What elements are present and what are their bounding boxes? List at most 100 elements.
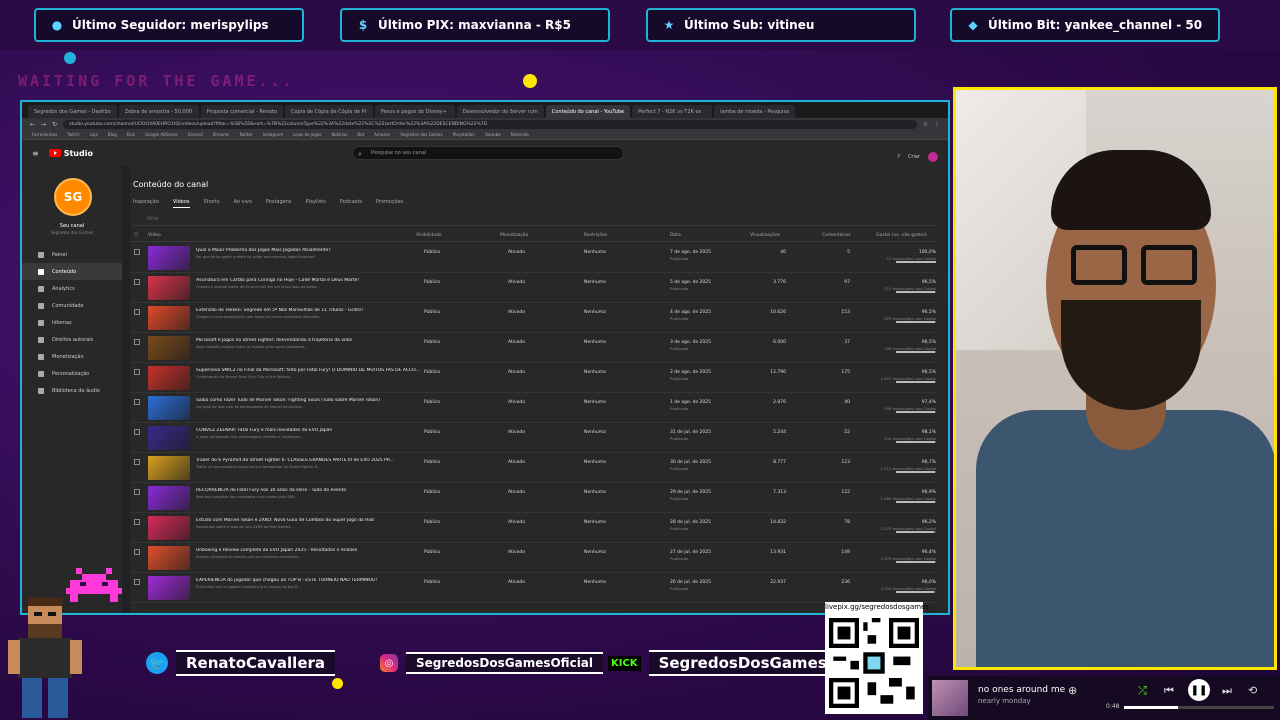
add-icon[interactable]: ⊕ [1068, 684, 1077, 697]
bookmark-item[interactable]: Playstation [453, 132, 475, 137]
table-row[interactable]: Estudo com Marvel Tokon e 2XKO: Novo Gui… [130, 513, 938, 543]
sidebar-item-6[interactable]: Monetização [22, 348, 122, 365]
content-tab-0[interactable]: Inspiração [133, 199, 159, 208]
video-title[interactable]: Qual o Maior Problema dos Jogos Mais Jog… [196, 248, 426, 253]
visibility-value[interactable]: Público [424, 580, 440, 585]
monetization-value[interactable]: Ativado [508, 310, 525, 315]
video-thumbnail[interactable] [148, 546, 190, 570]
bookmark-star-icon[interactable]: ☆ [923, 121, 928, 128]
row-checkbox[interactable] [134, 399, 140, 405]
bookmark-item[interactable]: Twitter [239, 132, 252, 137]
video-title[interactable]: Assinatura em Cartão para Coringa no Hoj… [196, 278, 426, 283]
video-thumbnail[interactable] [148, 516, 190, 540]
bookmark-item[interactable]: Nintendo [511, 132, 529, 137]
bookmark-item[interactable]: Twitch [67, 132, 79, 137]
previous-icon[interactable]: ⏮ [1164, 684, 1174, 698]
col-monetization[interactable]: Monetização [500, 233, 528, 238]
browser-tab[interactable]: Cópia de Cópia de Cópia de Pr [284, 105, 373, 118]
studio-search-input[interactable]: ⌕ Pesquise no seu canal [352, 146, 624, 160]
visibility-value[interactable]: Público [424, 340, 440, 345]
visibility-value[interactable]: Público [424, 490, 440, 495]
playback-progress[interactable] [1124, 706, 1274, 709]
monetization-value[interactable]: Ativado [508, 340, 525, 345]
visibility-value[interactable]: Público [424, 550, 440, 555]
filter-bar[interactable]: Filtrar [133, 216, 938, 226]
bookmark-item[interactable]: Amazon [374, 132, 390, 137]
bookmark-item[interactable]: Google AdSense [145, 132, 178, 137]
bookmark-item[interactable]: Notícias [331, 132, 347, 137]
forward-icon[interactable]: → [41, 121, 46, 128]
row-checkbox[interactable] [134, 339, 140, 345]
bookmark-item[interactable]: Instagram [263, 132, 283, 137]
sidebar-item-0[interactable]: Painel [22, 246, 122, 263]
monetization-value[interactable]: Ativado [508, 550, 525, 555]
browser-tab[interactable]: Desenvolvedor do Server rum [456, 105, 544, 118]
sidebar-item-2[interactable]: Analytics [22, 280, 122, 297]
content-tab-4[interactable]: Postagens [266, 199, 292, 208]
row-checkbox[interactable] [134, 519, 140, 525]
visibility-value[interactable]: Público [424, 370, 440, 375]
video-title[interactable]: CONVEZ ZEENAR: Fatal Fury e mais novidad… [196, 428, 426, 433]
monetization-value[interactable]: Ativado [508, 280, 525, 285]
monetization-value[interactable]: Ativado [508, 370, 525, 375]
table-row[interactable]: EXPERIÊNCIA do jogador que chegou ao TOP… [130, 573, 938, 603]
table-row[interactable]: Saiba como Fazer Tudo de Marvel Tokon: F… [130, 393, 938, 423]
col-views[interactable]: Visualizações [750, 233, 780, 238]
bookmark-item[interactable]: Ferramentas [32, 132, 57, 137]
row-checkbox[interactable] [134, 549, 140, 555]
row-checkbox[interactable] [134, 429, 140, 435]
video-thumbnail[interactable] [148, 276, 190, 300]
table-row[interactable]: RECORRÊNCIA do Fatal Fury nos 30 anos da… [130, 483, 938, 513]
col-restrictions[interactable]: Restrições [584, 233, 607, 238]
next-icon[interactable]: ⏭ [1222, 684, 1232, 698]
video-thumbnail[interactable] [148, 396, 190, 420]
content-tab-1[interactable]: Vídeos [172, 199, 190, 208]
browser-tab[interactable]: Pesos e pegos do Disney+ [374, 105, 455, 118]
visibility-value[interactable]: Público [424, 400, 440, 405]
visibility-value[interactable]: Público [424, 250, 440, 255]
video-title[interactable]: Unboxing e Review completo do EVO Japan … [196, 548, 426, 553]
shuffle-icon[interactable]: ⤮ [1138, 684, 1147, 698]
bookmark-item[interactable]: Youtube [485, 132, 501, 137]
bookmark-item[interactable]: Discord [188, 132, 203, 137]
monetization-value[interactable]: Ativado [508, 430, 525, 435]
create-button[interactable]: Criar [908, 154, 920, 160]
visibility-value[interactable]: Público [424, 310, 440, 315]
browser-tab[interactable]: Segredos dos Games - Dashbo [28, 105, 117, 118]
video-thumbnail[interactable] [148, 486, 190, 510]
row-checkbox[interactable] [134, 489, 140, 495]
browser-tab[interactable]: Zebra de amostra - 50.000 [118, 105, 199, 118]
video-title[interactable]: Estudo com Marvel Tokon e 2XKO: Novo Gui… [196, 518, 426, 523]
repeat-icon[interactable]: ⟲ [1248, 684, 1257, 697]
bookmark-item[interactable]: Kick [127, 132, 135, 137]
menu-icon[interactable]: ⋮ [934, 121, 940, 128]
visibility-value[interactable]: Público [424, 460, 440, 465]
pause-button[interactable]: ❚❚ [1188, 679, 1210, 701]
bookmark-item[interactable]: Streams [213, 132, 230, 137]
reload-icon[interactable]: ↻ [52, 121, 57, 128]
video-title[interactable]: Microsoft e Jogos no Street Fighter: des… [196, 338, 426, 343]
video-title[interactable]: Supernova SMIC2 no Final da Microsoft: f… [196, 368, 426, 373]
row-checkbox[interactable] [134, 459, 140, 465]
visibility-value[interactable]: Público [424, 520, 440, 525]
sidebar-item-4[interactable]: Idiomas [22, 314, 122, 331]
content-tab-2[interactable]: Shorts [204, 199, 220, 208]
video-thumbnail[interactable] [148, 306, 190, 330]
video-thumbnail[interactable] [148, 336, 190, 360]
channel-avatar[interactable]: SG [54, 178, 92, 216]
table-row[interactable]: Extensão do Tekken: Segredo em 5ª Nós Ma… [130, 303, 938, 333]
sidebar-item-5[interactable]: Direitos autorais [22, 331, 122, 348]
video-title[interactable]: RECORRÊNCIA do Fatal Fury nos 30 anos da… [196, 488, 426, 493]
back-icon[interactable]: ← [30, 121, 35, 128]
select-all-checkbox[interactable]: ☐ [134, 233, 138, 238]
row-checkbox[interactable] [134, 579, 140, 585]
monetization-value[interactable]: Ativado [508, 520, 525, 525]
bookmark-item[interactable]: Blog [108, 132, 117, 137]
table-row[interactable]: Microsoft e Jogos no Street Fighter: des… [130, 333, 938, 363]
monetization-value[interactable]: Ativado [508, 400, 525, 405]
content-tab-7[interactable]: Promoções [376, 199, 403, 208]
account-avatar[interactable] [928, 152, 938, 162]
content-tab-5[interactable]: Playlists [306, 199, 326, 208]
video-title[interactable]: Trailer do 6 Pyramid da Street Fighter 6… [196, 458, 426, 463]
url-input[interactable]: studio.youtube.com/channel/UCKtGVA0EHRO1… [63, 119, 917, 129]
